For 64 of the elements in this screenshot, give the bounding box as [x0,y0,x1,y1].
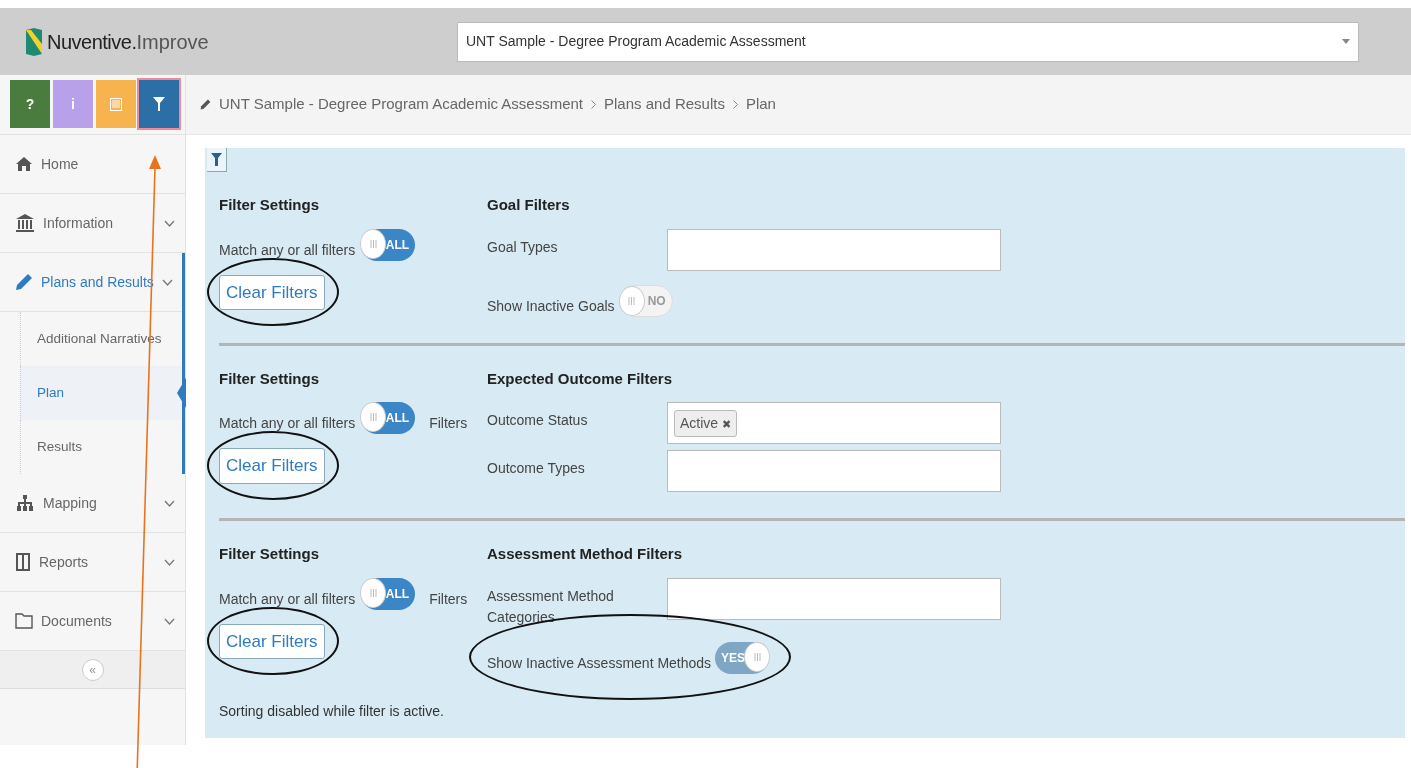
section-title: Filter Settings [219,195,320,215]
hierarchy-icon [15,494,35,512]
input-field[interactable] [667,450,1001,492]
knob-grip-icon [628,296,636,305]
program-select[interactable]: UNT Sample - Degree Program Academic Assessment [457,21,1359,62]
toggle-label: Show Inactive Assessment Methods [487,653,712,673]
filter-icon [211,152,222,167]
nav-subitem[interactable]: Results [20,420,182,474]
clear-filters-button[interactable]: Clear Filters [219,448,325,484]
knob-grip-icon [369,239,377,248]
columns-icon [15,552,31,572]
section-title: Goal Filters [487,195,571,215]
folder-icon [15,613,33,629]
breadcrumb-link[interactable]: UNT Sample - Degree Program Academic Assessment [219,93,584,116]
notes-icon [110,97,122,111]
chevron-right-icon [591,100,597,109]
toggle-label: Match any or all filters [219,589,356,609]
nav-item[interactable]: Reports [0,533,185,592]
filter-tab[interactable] [207,148,227,172]
section-title: Assessment Method Filters [487,544,684,564]
brand-name: Nuventive. [47,29,137,55]
toggle-suffix: Filters [429,589,468,609]
toggle-label: Match any or all filters [219,414,356,433]
home-icon [15,156,33,172]
field-label: Outcome Types [487,459,586,478]
filter-tag: Active ✖ [674,409,738,437]
clear-filters-button[interactable]: Clear Filters [219,274,325,310]
input-field[interactable] [667,228,1001,271]
section-title: Filter Settings [219,368,320,389]
knob-grip-icon [369,588,377,597]
clear-filters-button[interactable]: Clear Filters [219,623,325,659]
logo-icon [25,26,43,57]
section-title: Expected Outcome Filters [487,368,674,389]
input-field[interactable] [667,577,1001,620]
toggle-suffix: Filters [429,414,468,433]
match-mode-switch[interactable]: ALL [361,402,416,434]
toggle-label: Match any or all filters [219,240,356,260]
filter-button[interactable] [139,80,179,128]
field-label: Assessment Method Categories [487,586,615,627]
match-mode-switch[interactable]: ALL [361,228,416,261]
chevron-right-icon [732,100,738,109]
field-label: Outcome Status [487,411,589,430]
caret-icon [1342,39,1350,44]
breadcrumb-link[interactable]: Plans and Results [604,93,725,116]
select-value: UNT Sample - Degree Program Academic Assessment [466,32,806,51]
collapse-button[interactable]: « [81,658,104,681]
toggle-label: Show Inactive Goals [487,296,615,316]
nav-item[interactable]: Mapping [0,474,185,533]
bank-icon [15,213,35,233]
status-note: Sorting disabled while filter is active. [218,702,445,721]
section-title: Filter Settings [219,544,320,564]
pencil-icon [15,273,33,291]
knob-grip-icon [369,413,377,421]
pencil-icon [200,99,211,110]
field-label: Goal Types [487,237,559,257]
input-field[interactable]: Active ✖ [667,402,1001,444]
knob-grip-icon [753,652,761,661]
nav-item[interactable]: Information [0,194,185,253]
breadcrumb-link[interactable]: Plan [745,93,776,116]
match-mode-switch[interactable]: ALL [361,577,416,610]
help-button[interactable]: ? [10,80,50,128]
remove-tag-button[interactable]: ✖ [722,417,732,430]
filter-icon [153,97,165,111]
product-name: Improve [136,29,209,55]
